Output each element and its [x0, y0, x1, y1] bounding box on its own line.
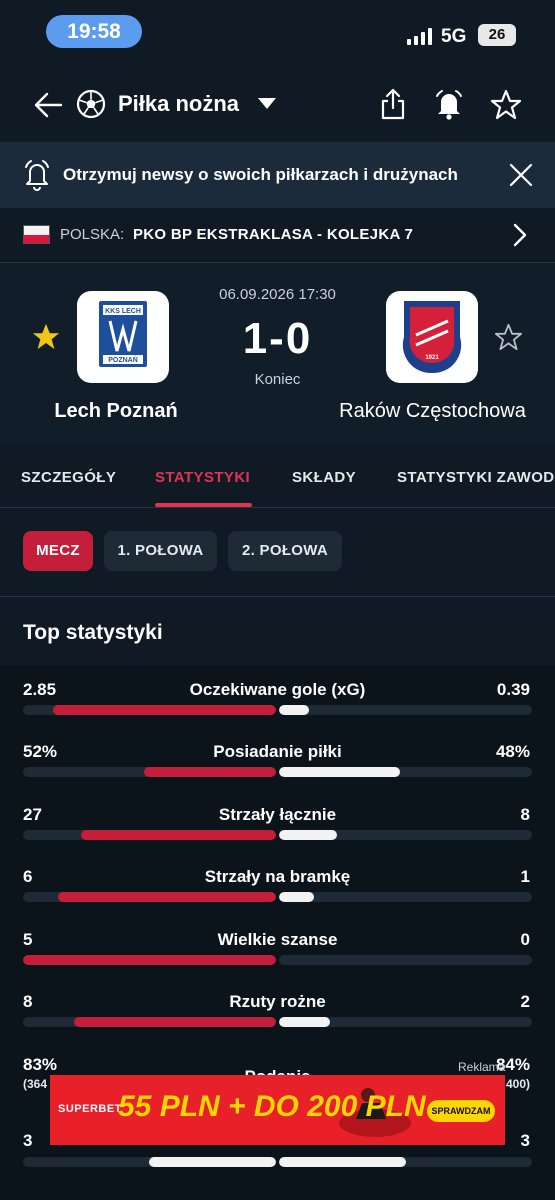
- match-datetime: 06.09.2026 17:30: [219, 286, 336, 303]
- stat-away-value: 3: [520, 1131, 530, 1150]
- home-team-name[interactable]: Lech Poznań: [23, 400, 209, 423]
- tab-player-statistics[interactable]: STATYSTYKI ZAWOD: [397, 469, 555, 486]
- stat-home-bar-fill: [53, 705, 276, 715]
- stat-away-bar-track: [279, 1157, 532, 1167]
- divider: [0, 596, 555, 597]
- away-team-name[interactable]: Raków Częstochowa: [325, 400, 540, 423]
- poland-flag-icon: [23, 225, 50, 244]
- ad-label: Reklama: [458, 1060, 506, 1074]
- stat-home-bar-fill: [23, 955, 276, 965]
- ad-offer: 55 PLN + DO 200 PLN: [118, 1090, 426, 1123]
- status-bar: 19:58 5G 26: [0, 0, 555, 66]
- stat-name: Rzuty rożne: [229, 992, 326, 1011]
- stat-home-bar-fill: [58, 892, 276, 902]
- stat-away-bar-fill: [279, 1017, 330, 1027]
- stat-away-bar-track: [279, 1017, 532, 1027]
- sport-title[interactable]: Piłka nożna: [118, 91, 239, 117]
- stat-home-bar-track: [23, 1157, 276, 1167]
- signal-icon: [407, 28, 433, 45]
- stat-home-bar-track: [23, 705, 276, 715]
- stat-away-bar-fill: [279, 892, 314, 902]
- tab-details[interactable]: SZCZEGÓŁY: [21, 469, 116, 486]
- period-chip-second-half[interactable]: 2. POŁOWA: [228, 531, 342, 571]
- active-tab-indicator: [155, 503, 252, 507]
- close-icon[interactable]: [509, 163, 533, 187]
- news-banner-text: Otrzymuj newsy o swoich piłkarzach i dru…: [63, 165, 458, 184]
- stat-away-bar-track: [279, 892, 532, 902]
- stat-away-bar-track: [279, 705, 532, 715]
- stat-away-bar-fill: [279, 767, 400, 777]
- chevron-down-icon[interactable]: [258, 98, 276, 110]
- stat-home-bar-fill: [144, 767, 276, 777]
- share-icon[interactable]: [380, 88, 406, 120]
- period-chip-first-half[interactable]: 1. POŁOWA: [104, 531, 217, 571]
- stat-away-value: 8: [520, 805, 530, 824]
- ad-brand: SUPERBET: [58, 1103, 122, 1115]
- stat-home-bar-track: [23, 955, 276, 965]
- stat-home-bar-fill: [81, 830, 276, 840]
- stat-away-bar-track: [279, 767, 532, 777]
- section-title: Top statystyki: [23, 621, 163, 644]
- stat-away-bar-fill: [279, 705, 309, 715]
- stat-home-bar-track: [23, 1017, 276, 1027]
- stat-name: Posiadanie piłki: [213, 742, 342, 761]
- bell-icon[interactable]: [433, 88, 465, 120]
- stat-home-value: 3: [23, 1131, 33, 1150]
- stat-away-value: 1: [520, 867, 530, 886]
- stat-name: Oczekiwane gole (xG): [189, 680, 366, 699]
- network-label: 5G: [441, 26, 467, 47]
- stat-away-bar-fill: [279, 1157, 406, 1167]
- football-icon: [76, 89, 106, 119]
- match-status: Koniec: [254, 371, 301, 388]
- stat-away-bar-track: [279, 955, 532, 965]
- stat-home-bar-track: [23, 892, 276, 902]
- stat-away-bar-fill: [279, 830, 337, 840]
- chevron-right-icon[interactable]: [513, 223, 527, 247]
- back-arrow-icon[interactable]: [33, 91, 63, 119]
- stat-name: Wielkie szanse: [217, 930, 338, 949]
- bell-ringing-icon: [23, 157, 51, 191]
- stat-away-value: 48%: [495, 742, 530, 761]
- league-country: POLSKA:: [60, 226, 125, 243]
- stat-home-bar-fill: [74, 1017, 276, 1027]
- stat-name: Strzały na bramkę: [204, 867, 351, 886]
- tab-lineups[interactable]: SKŁADY: [292, 469, 356, 486]
- battery-icon: 26: [478, 24, 516, 46]
- star-outline-icon[interactable]: [490, 89, 522, 120]
- stat-name: Strzały łącznie: [218, 805, 337, 824]
- period-chip-match[interactable]: MECZ: [23, 531, 93, 571]
- stat-home-bar-fill: [149, 1157, 276, 1167]
- tab-statistics[interactable]: STATYSTYKI: [155, 469, 250, 486]
- ad-cta-button[interactable]: SPRAWDZAM: [427, 1100, 495, 1122]
- league-name: PKO BP EKSTRAKLASA - KOLEJKA 7: [133, 226, 414, 243]
- stat-home-bar-track: [23, 830, 276, 840]
- stat-away-bar-track: [279, 830, 532, 840]
- match-score: 1-0: [242, 314, 313, 363]
- stat-home-bar-track: [23, 767, 276, 777]
- stat-away-value: 2: [520, 992, 530, 1011]
- status-time: 19:58: [46, 15, 142, 48]
- stat-away-value: 0: [520, 930, 530, 949]
- stat-away-subvalue: 400): [505, 1077, 530, 1091]
- stat-away-value: 0.39: [496, 680, 530, 699]
